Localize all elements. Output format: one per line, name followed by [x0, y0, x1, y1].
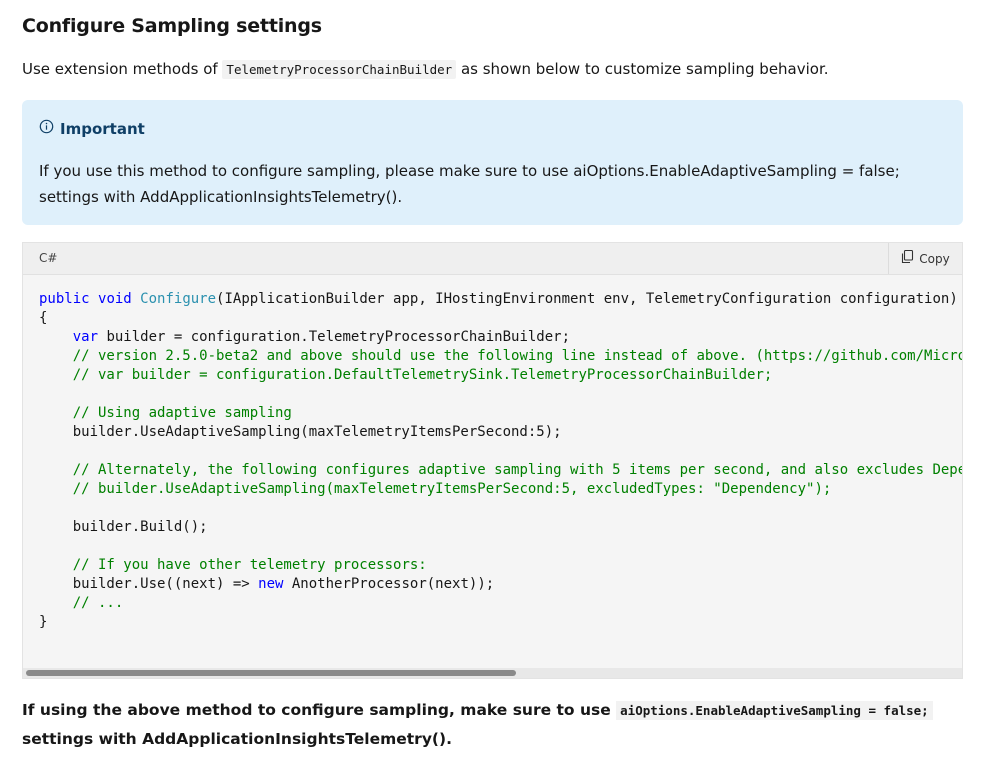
info-icon	[39, 118, 54, 140]
page: Configure Sampling settings Use extensio…	[0, 0, 994, 763]
alert-title: Important	[60, 120, 145, 138]
alert-title-row: Important	[39, 118, 946, 140]
code-comment: // Alternately, the following configures…	[72, 462, 963, 478]
code-line: {	[39, 310, 47, 326]
code-keyword: void	[98, 291, 132, 307]
closing-text: If using the above method to configure s…	[22, 701, 617, 719]
copy-icon	[901, 249, 914, 267]
important-alert: Important If you use this method to conf…	[22, 100, 963, 225]
code-line: builder.Build();	[39, 519, 208, 535]
copy-label: Copy	[919, 251, 950, 266]
intro-paragraph: Use extension methods of TelemetryProces…	[22, 56, 829, 83]
code-text: builder.UseAdaptiveSampling(maxTelemetry…	[39, 424, 562, 440]
copy-button[interactable]: Copy	[888, 243, 962, 274]
intro-text-after: as shown below to customize sampling beh…	[456, 60, 829, 78]
inline-code: TelemetryProcessorChainBuilder	[222, 60, 457, 79]
code-block: C# Copy public void Configure(IApplicati…	[22, 242, 963, 679]
code-text: {	[39, 310, 48, 326]
closing-text-after: settings with AddApplicationInsightsTele…	[22, 730, 452, 748]
section-heading: Configure Sampling settings	[22, 15, 322, 37]
code-line: // version 2.5.0-beta2 and above should …	[39, 348, 963, 364]
code-line: public void Configure(IApplicationBuilde…	[39, 291, 958, 307]
code-comment: // If you have other telemetry processor…	[72, 557, 427, 573]
code-text: AnotherProcessor(next));	[283, 576, 495, 592]
code-language: C#	[39, 251, 58, 265]
closing-inline-code: aiOptions.EnableAdaptiveSampling = false…	[616, 701, 933, 720]
code-line: // Using adaptive sampling	[39, 405, 292, 421]
code-keyword: new	[258, 576, 284, 592]
code-text: builder = configuration.TelemetryProcess…	[98, 329, 571, 345]
code-function: Configure	[140, 291, 217, 307]
code-line: builder.UseAdaptiveSampling(maxTelemetry…	[39, 424, 562, 440]
code-text: }	[39, 614, 48, 630]
code-comment: // version 2.5.0-beta2 and above should …	[72, 348, 963, 364]
closing-paragraph: If using the above method to configure s…	[22, 696, 962, 753]
code-text: (IApplicationBuilder app, IHostingEnviro…	[216, 291, 958, 307]
code-comment: // Using adaptive sampling	[72, 405, 292, 421]
intro-text: Use extension methods of	[22, 60, 223, 78]
code-text: builder.Use((next) =>	[39, 576, 259, 592]
code-line: var builder = configuration.TelemetryPro…	[39, 329, 570, 345]
horizontal-scrollbar[interactable]	[23, 668, 962, 678]
code-line: // var builder = configuration.DefaultTe…	[39, 367, 773, 383]
code-comment: // ...	[72, 595, 124, 611]
code-header: C# Copy	[23, 243, 962, 275]
code-content[interactable]: public void Configure(IApplicationBuilde…	[39, 290, 963, 632]
code-line: // Alternately, the following configures…	[39, 462, 963, 478]
code-keyword: public	[39, 291, 90, 307]
code-comment: // var builder = configuration.DefaultTe…	[72, 367, 773, 383]
code-line: }	[39, 614, 47, 630]
scrollbar-thumb[interactable]	[26, 670, 516, 676]
code-keyword: var	[72, 329, 99, 345]
code-comment: // builder.UseAdaptiveSampling(maxTeleme…	[72, 481, 832, 497]
code-text: builder.Build();	[39, 519, 208, 535]
alert-body: If you use this method to configure samp…	[39, 162, 900, 206]
code-line: // builder.UseAdaptiveSampling(maxTeleme…	[39, 481, 832, 497]
code-line: // If you have other telemetry processor…	[39, 557, 427, 573]
code-line: // ...	[39, 595, 124, 611]
code-line: builder.Use((next) => new AnotherProcess…	[39, 576, 494, 592]
